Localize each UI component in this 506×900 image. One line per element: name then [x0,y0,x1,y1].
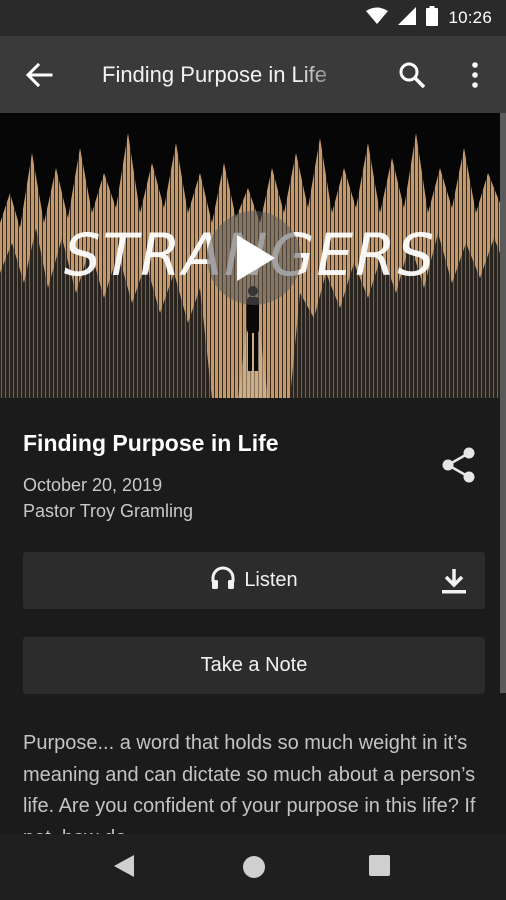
share-icon[interactable] [441,447,477,483]
sermon-title: Finding Purpose in Life [23,430,279,456]
search-icon[interactable] [398,61,426,89]
listen-button[interactable]: Listen [23,552,485,609]
take-note-button[interactable]: Take a Note [23,637,485,694]
system-nav-bar [0,834,506,900]
nav-back-icon[interactable] [114,855,134,882]
wifi-icon [366,7,389,30]
nav-recents-icon[interactable] [369,855,390,876]
sermon-description: Purpose... a word that holds so much wei… [23,732,476,834]
back-arrow-icon[interactable] [24,60,54,90]
download-icon[interactable] [439,566,469,596]
headphones-icon [210,565,236,597]
status-bar: 10:26 [0,0,506,36]
status-time: 10:26 [448,8,492,27]
app-bar-title: Finding Purpose in Life [102,62,328,87]
sermon-date: October 20, 2019 [23,475,163,495]
more-vert-icon[interactable] [466,61,484,89]
signal-icon [398,6,417,30]
sermon-speaker: Pastor Troy Gramling [23,501,194,521]
take-note-label: Take a Note [200,654,308,676]
nav-home-icon[interactable] [243,856,265,878]
play-icon [237,235,275,281]
listen-label: Listen [244,569,298,591]
app-bar: Finding Purpose in Life [0,36,506,113]
play-button[interactable] [207,211,301,305]
scrollbar[interactable] [500,113,506,693]
battery-icon [426,5,439,31]
